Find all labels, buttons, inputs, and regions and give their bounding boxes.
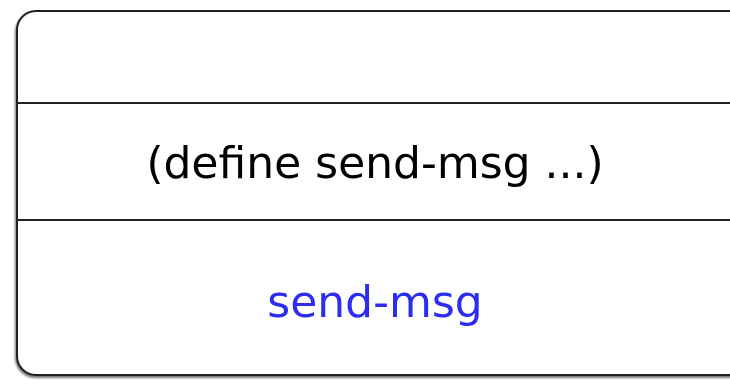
empty-header-section xyxy=(18,12,730,104)
define-expression: (define send-msg ...) xyxy=(146,138,604,189)
output-section: send-msg xyxy=(18,221,730,374)
output-value: send-msg xyxy=(267,277,483,328)
definition-section: (define send-msg ...) xyxy=(18,104,730,221)
definition-box: (define send-msg ...) send-msg xyxy=(16,10,730,376)
